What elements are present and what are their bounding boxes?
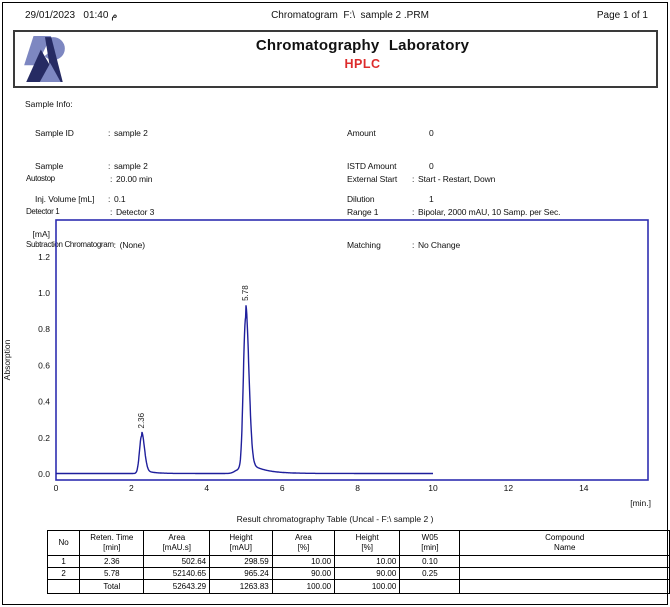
- x-tick-label: 8: [355, 483, 360, 493]
- y-tick-label: 0.6: [38, 360, 50, 370]
- chromatogram-trace: [56, 305, 433, 473]
- peak-retention-label: 5.78: [241, 285, 250, 301]
- column-header: Height[%]: [335, 531, 400, 556]
- x-tick-label: 6: [280, 483, 285, 493]
- column-header: Reten. Time[min]: [80, 531, 144, 556]
- result-cell: [460, 568, 670, 580]
- result-cell: 100.00: [272, 580, 334, 594]
- plot-frame: [56, 220, 648, 480]
- info-row: Amount 0: [347, 128, 434, 141]
- result-cell: 0.10: [400, 556, 460, 568]
- column-header: Height[mAU]: [210, 531, 273, 556]
- x-tick-label: 14: [579, 483, 589, 493]
- result-cell: 1263.83: [210, 580, 273, 594]
- y-tick-label: 0.2: [38, 433, 50, 443]
- result-cell: 298.59: [210, 556, 273, 568]
- total-row: Total52643.291263.83100.00100.00: [48, 580, 670, 594]
- result-cell: 90.00: [335, 568, 400, 580]
- result-table-title: Result chromatography Table (Uncal - F:\…: [0, 514, 670, 524]
- field-value: sample 2: [114, 128, 148, 138]
- field-label: Amount: [347, 128, 423, 138]
- x-tick-label: 2: [129, 483, 134, 493]
- result-table: NoReten. Time[min]Area[mAU.s]Height[mAU]…: [47, 530, 670, 594]
- column-header: W05[min]: [400, 531, 460, 556]
- y-axis-title: Absorption: [2, 339, 12, 380]
- x-tick-label: 10: [428, 483, 438, 493]
- column-header: Area[mAU.s]: [144, 531, 210, 556]
- y-tick-label: 0.4: [38, 397, 50, 407]
- y-tick-label: 0.8: [38, 324, 50, 334]
- y-tick-label: 1.0: [38, 288, 50, 298]
- field-value: Start - Restart, Down: [418, 174, 495, 184]
- info-row: Sample ID:sample 2: [35, 128, 148, 141]
- result-cell: 1: [48, 556, 80, 568]
- result-cell: 10.00: [272, 556, 334, 568]
- header-datetime: 29/01/2023 01:40 م: [25, 10, 117, 21]
- result-cell: 0.25: [400, 568, 460, 580]
- y-tick-label: 0.0: [38, 469, 50, 479]
- column-header: Area[%]: [272, 531, 334, 556]
- x-tick-label: 12: [504, 483, 514, 493]
- x-tick-label: 0: [54, 483, 59, 493]
- result-cell: [400, 580, 460, 594]
- column-header: No: [48, 531, 80, 556]
- peak-retention-label: 2.36: [137, 412, 146, 428]
- result-cell: 5.78: [80, 568, 144, 580]
- result-cell: [460, 556, 670, 568]
- result-cell: 502.64: [144, 556, 210, 568]
- result-cell: 100.00: [335, 580, 400, 594]
- info-row: Autostop:20.00 min: [26, 174, 154, 187]
- result-cell: [460, 580, 670, 594]
- result-cell: 10.00: [335, 556, 400, 568]
- info-row: External Start:Start - Restart, Down: [347, 174, 560, 187]
- result-cell: 2: [48, 568, 80, 580]
- result-cell: 965.24: [210, 568, 273, 580]
- field-label: Sample ID: [35, 128, 108, 138]
- method-title: HPLC: [77, 57, 648, 71]
- peak-row: 25.7852140.65965.2490.0090.000.25: [48, 568, 670, 580]
- field-label: External Start: [347, 174, 412, 184]
- field-value: 0: [429, 128, 434, 138]
- result-cell: 52643.29: [144, 580, 210, 594]
- x-axis-unit-label: [min.]: [630, 498, 651, 508]
- result-cell: Total: [80, 580, 144, 594]
- result-cell: 2.36: [80, 556, 144, 568]
- y-axis-unit-label: [mA]: [33, 229, 50, 239]
- field-value: 20.00 min: [116, 174, 152, 184]
- chromatogram-chart: 0.0 0.2 0.4 0.6 0.8 1.0 1.2 0 2 4 6 8 10 12 14 [mA] [min…: [0, 210, 670, 512]
- peak-row: 12.36502.64298.5910.0010.000.10: [48, 556, 670, 568]
- result-cell: [48, 580, 80, 594]
- result-cell: 90.00: [272, 568, 334, 580]
- x-tick-label: 4: [204, 483, 209, 493]
- lab-title: Chromatography Laboratory: [77, 37, 648, 54]
- column-header: CompoundName: [460, 531, 670, 556]
- header-page-number: Page 1 of 1: [597, 10, 648, 21]
- lab-logo-icon: [22, 35, 68, 83]
- field-label: Autostop: [26, 174, 110, 183]
- result-cell: 52140.65: [144, 568, 210, 580]
- report-page: 29/01/2023 01:40 م Chromatogram F:\ samp…: [0, 0, 670, 607]
- header-document-path: Chromatogram F:\ sample 2 .PRM: [200, 10, 500, 21]
- y-tick-label: 1.2: [38, 252, 50, 262]
- title-box: Chromatography Laboratory HPLC: [13, 30, 658, 88]
